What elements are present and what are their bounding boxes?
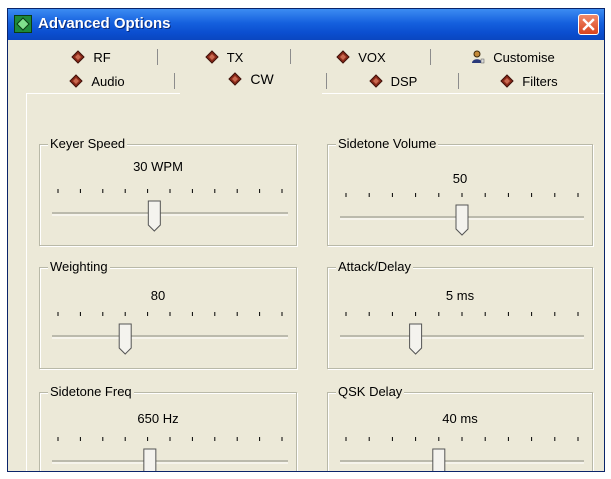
qsk-delay-value: 40 ms	[442, 411, 478, 426]
sidetone-volume-slider[interactable]	[328, 187, 592, 241]
tab-label: CW	[250, 71, 274, 87]
weighting-slider[interactable]	[40, 306, 296, 360]
qsk-delay-slider[interactable]	[328, 431, 592, 472]
sidetone-volume-label: Sidetone Volume	[336, 136, 439, 151]
attack-delay-slider[interactable]	[328, 306, 592, 360]
tab-separator	[430, 49, 431, 65]
tab-label: Audio	[91, 73, 125, 89]
keyer-speed-value: 30 WPM	[133, 159, 183, 174]
weighting-group: Weighting 80	[39, 259, 297, 369]
tab-cw[interactable]: CW	[180, 64, 322, 94]
tab-label: DSP	[390, 73, 418, 89]
app-icon	[14, 15, 32, 33]
slider-thumb[interactable]	[432, 448, 446, 472]
tab-separator	[326, 73, 327, 89]
slider-thumb[interactable]	[455, 204, 469, 236]
person-icon	[472, 50, 485, 64]
cw-tab-panel: Keyer Speed 30 WPM Sidetone Volume 50 We…	[26, 93, 604, 472]
tab-label: VOX	[358, 49, 386, 65]
advanced-options-window: Advanced Options RF TX VOX Customise Aud…	[7, 8, 605, 472]
tab-separator	[174, 73, 175, 89]
keyer-speed-group: Keyer Speed 30 WPM	[39, 136, 297, 246]
qsk-delay-group: QSK Delay 40 ms	[327, 384, 593, 472]
tab-label: Filters	[522, 73, 558, 89]
weighting-label: Weighting	[48, 259, 110, 274]
diamond-icon	[204, 50, 219, 64]
tab-audio[interactable]: Audio	[28, 69, 166, 93]
sidetone-freq-value: 650 Hz	[137, 411, 179, 426]
keyer-speed-label: Keyer Speed	[48, 136, 128, 151]
slider-thumb[interactable]	[409, 323, 423, 355]
tab-label: Customise	[493, 49, 555, 65]
slider-thumb[interactable]	[118, 323, 132, 355]
weighting-value: 80	[150, 288, 166, 303]
tab-separator	[157, 49, 158, 65]
attack-delay-value: 5 ms	[445, 288, 475, 303]
tab-separator	[290, 49, 291, 65]
tab-dsp[interactable]: DSP	[330, 69, 456, 93]
tab-separator	[458, 73, 459, 89]
sidetone-freq-group: Sidetone Freq 650 Hz	[39, 384, 297, 472]
sidetone-freq-slider[interactable]	[40, 431, 296, 472]
tab-customise[interactable]: Customise	[438, 46, 588, 68]
diamond-icon	[228, 72, 243, 86]
sidetone-volume-group: Sidetone Volume 50	[327, 136, 593, 246]
attack-delay-group: Attack/Delay 5 ms	[327, 259, 593, 369]
sidetone-freq-label: Sidetone Freq	[48, 384, 134, 399]
attack-delay-label: Attack/Delay	[336, 259, 413, 274]
tab-label: RF	[93, 49, 111, 65]
tab-rf[interactable]: RF	[28, 46, 154, 68]
diamond-icon	[500, 74, 515, 88]
sidetone-volume-value: 50	[452, 171, 468, 186]
diamond-icon	[71, 50, 86, 64]
slider-thumb[interactable]	[143, 448, 157, 472]
close-button[interactable]	[578, 14, 599, 35]
keyer-speed-slider[interactable]	[40, 183, 296, 237]
close-icon	[582, 18, 595, 31]
qsk-delay-label: QSK Delay	[336, 384, 405, 399]
slider-thumb[interactable]	[147, 200, 161, 232]
tab-filters[interactable]: Filters	[464, 69, 594, 93]
window-title: Advanced Options	[38, 15, 171, 32]
diamond-icon	[69, 74, 84, 88]
diamond-icon	[336, 50, 350, 64]
tab-label: TX	[226, 49, 244, 65]
diamond-icon	[368, 74, 383, 88]
title-bar[interactable]: Advanced Options	[8, 9, 604, 40]
